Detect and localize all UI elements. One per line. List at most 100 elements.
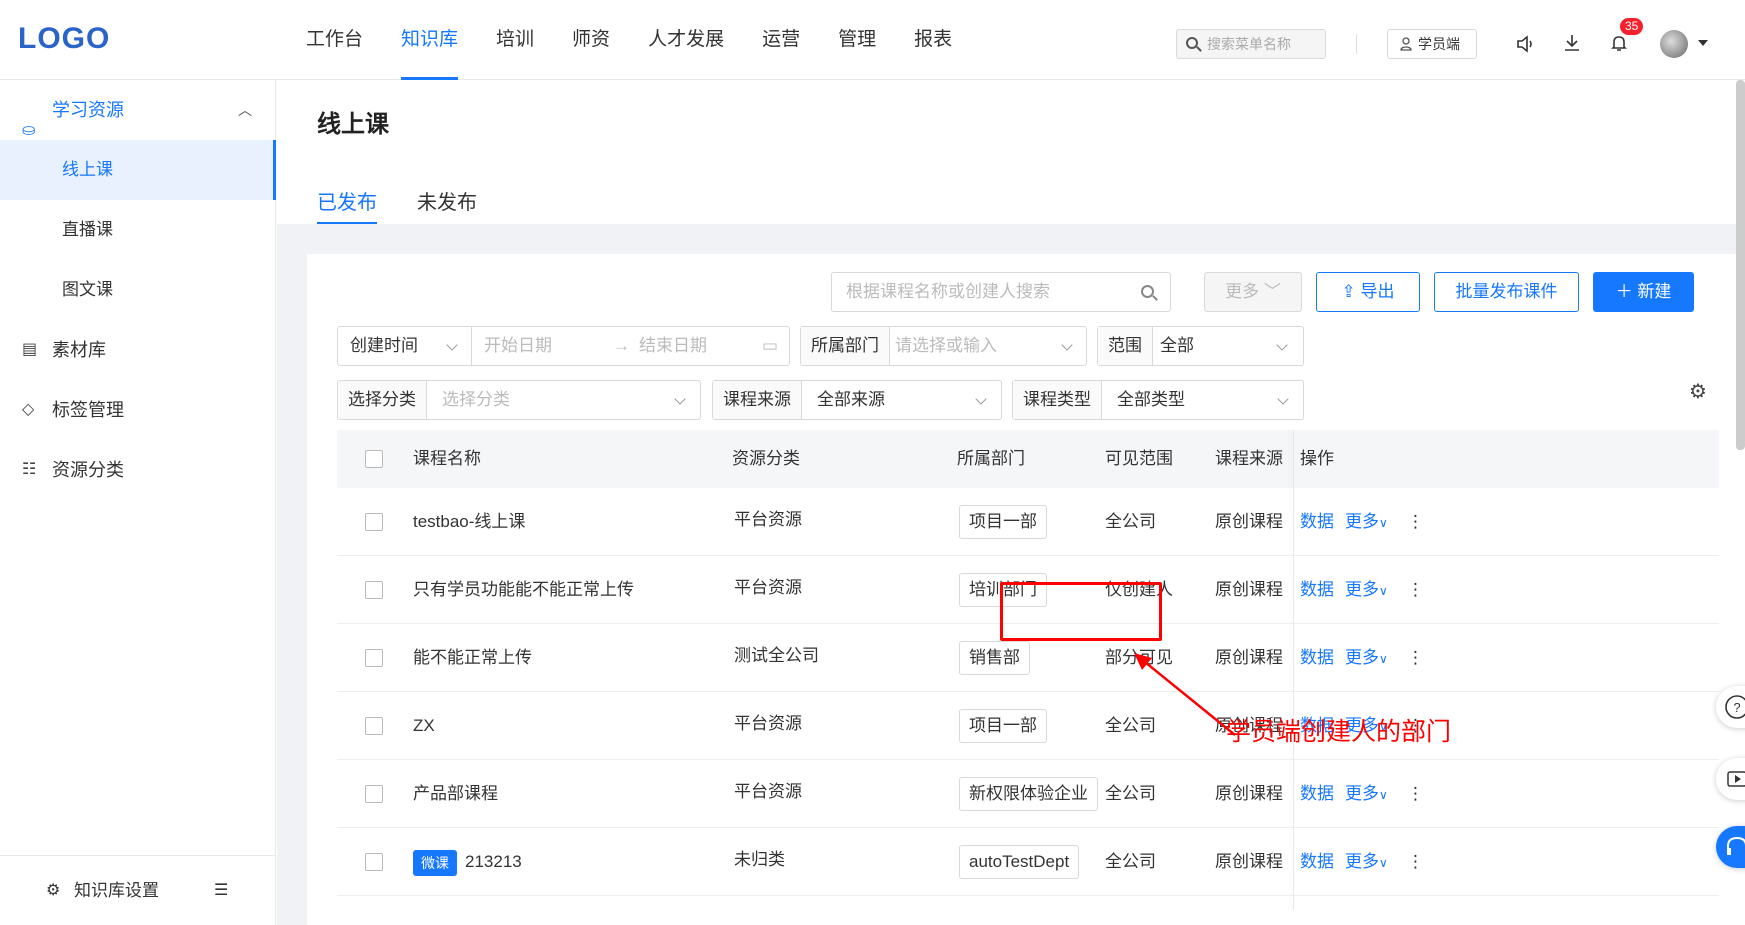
chevron-down-icon bbox=[1061, 339, 1073, 351]
plus-icon: ＋ bbox=[1615, 282, 1633, 301]
divider bbox=[1356, 34, 1357, 54]
drag-handle-icon[interactable]: ⋮ bbox=[1407, 556, 1424, 624]
type-filter[interactable]: 课程类型 全部类型 bbox=[1012, 380, 1304, 420]
drag-handle-icon[interactable]: ⋮ bbox=[1407, 624, 1424, 692]
more-label: 更多 bbox=[1225, 282, 1260, 301]
page-scrollbar[interactable] bbox=[1736, 80, 1745, 450]
department-tag: 项目一部 bbox=[959, 505, 1047, 539]
row-checkbox[interactable] bbox=[365, 785, 383, 803]
data-link[interactable]: 数据 bbox=[1300, 760, 1334, 828]
download-icon[interactable] bbox=[1562, 33, 1582, 53]
course-name[interactable]: 产品部课程 bbox=[413, 760, 498, 828]
drag-handle-icon[interactable]: ⋮ bbox=[1407, 828, 1424, 896]
sidebar-group-learning-resources[interactable]: ⛀ 学习资源 ︿ bbox=[0, 80, 276, 140]
column-header-actions: 操作 bbox=[1300, 449, 1334, 468]
chevron-down-icon: ∨ bbox=[1379, 584, 1388, 598]
scope-filter[interactable]: 范围 全部 bbox=[1097, 326, 1304, 366]
course-search-input[interactable]: 根据课程名称或创建人搜索 bbox=[831, 272, 1171, 312]
drag-handle-icon[interactable]: ⋮ bbox=[1407, 760, 1424, 828]
annotation-arrow bbox=[1134, 653, 1236, 736]
drag-handle-icon[interactable]: ⋮ bbox=[1407, 488, 1424, 556]
nav-item-teachers[interactable]: 师资 bbox=[572, 0, 610, 80]
sidebar-item-online-course[interactable]: 线上课 bbox=[0, 140, 276, 200]
student-portal-button[interactable]: 学员端 bbox=[1387, 29, 1477, 59]
row-checkbox[interactable] bbox=[365, 581, 383, 599]
sidebar-item-tags[interactable]: ◇ 标签管理 bbox=[0, 380, 276, 440]
nav-item-reports[interactable]: 报表 bbox=[914, 0, 952, 80]
data-link[interactable]: 数据 bbox=[1300, 488, 1334, 556]
knowledge-settings-link[interactable]: 知识库设置 bbox=[74, 856, 159, 925]
more-button[interactable]: 更多 ﹀ bbox=[1204, 272, 1302, 312]
sidebar-item-categories[interactable]: ☷ 资源分类 bbox=[0, 440, 276, 500]
course-category: 平台资源 bbox=[734, 578, 802, 597]
course-scope: 全公司 bbox=[1105, 512, 1156, 531]
select-all-checkbox[interactable] bbox=[365, 450, 383, 468]
course-name[interactable]: 只有学员功能能不能正常上传 bbox=[413, 556, 634, 624]
column-settings-gear-icon[interactable]: ⚙ bbox=[1689, 379, 1707, 404]
source-value: 全部来源 bbox=[817, 390, 885, 409]
sidebar-item-materials[interactable]: ▤ 素材库 bbox=[0, 320, 276, 380]
video-button[interactable] bbox=[1716, 758, 1745, 800]
nav-item-talent[interactable]: 人才发展 bbox=[648, 0, 724, 80]
department-tag: autoTestDept bbox=[959, 845, 1080, 879]
export-button[interactable]: ⇪ 导出 bbox=[1316, 272, 1420, 312]
department-filter[interactable]: 所属部门 请选择或输入 bbox=[800, 326, 1087, 366]
course-source: 原创课程 bbox=[1215, 784, 1283, 803]
speaker-icon[interactable] bbox=[1515, 34, 1535, 54]
data-link[interactable]: 数据 bbox=[1300, 828, 1334, 896]
search-icon[interactable] bbox=[1141, 285, 1154, 298]
help-button[interactable]: ? bbox=[1716, 686, 1745, 728]
table-row: 微课 213213 未归类 autoTestDept 全公司 原创课程 数据 更多… bbox=[337, 828, 1719, 896]
bell-icon[interactable] bbox=[1609, 33, 1629, 53]
course-name[interactable]: ZX bbox=[413, 692, 435, 760]
sidebar-item-article-course[interactable]: 图文课 bbox=[0, 260, 276, 320]
end-date-input[interactable]: 结束日期 bbox=[639, 327, 707, 365]
time-type-select[interactable]: 创建时间 bbox=[350, 327, 418, 365]
course-category: 测试全公司 bbox=[734, 646, 819, 665]
nav-item-operations[interactable]: 运营 bbox=[762, 0, 800, 80]
collapse-sidebar-icon[interactable]: ☰ bbox=[214, 856, 228, 925]
category-filter[interactable]: 选择分类 选择分类 bbox=[337, 380, 701, 420]
department-placeholder: 请选择或输入 bbox=[895, 336, 997, 355]
course-name-cell[interactable]: 微课 213213 bbox=[413, 828, 522, 896]
sidebar-item-label: 资源分类 bbox=[52, 460, 124, 480]
row-checkbox[interactable] bbox=[365, 853, 383, 871]
avatar[interactable] bbox=[1660, 30, 1688, 58]
chevron-down-icon bbox=[975, 393, 987, 405]
nav-item-knowledge[interactable]: 知识库 bbox=[401, 0, 459, 80]
tab-published[interactable]: 已发布 bbox=[317, 186, 377, 224]
row-checkbox[interactable] bbox=[365, 513, 383, 531]
type-filter-label: 课程类型 bbox=[1013, 381, 1102, 419]
customer-service-button[interactable] bbox=[1716, 826, 1745, 868]
more-actions-link[interactable]: 更多∨ bbox=[1345, 760, 1388, 829]
more-actions-link[interactable]: 更多∨ bbox=[1345, 488, 1388, 557]
column-header-name: 课程名称 bbox=[413, 449, 481, 468]
more-actions-link[interactable]: 更多∨ bbox=[1345, 624, 1388, 693]
date-range-filter: 创建时间 开始日期 → 结束日期 ▭ bbox=[337, 326, 790, 366]
menu-search-input[interactable]: 搜索菜单名称 bbox=[1176, 29, 1326, 59]
batch-publish-button[interactable]: 批量发布课件 bbox=[1434, 272, 1579, 312]
more-actions-link[interactable]: 更多∨ bbox=[1345, 828, 1388, 897]
nav-item-management[interactable]: 管理 bbox=[838, 0, 876, 80]
sidebar-item-live-course[interactable]: 直播课 bbox=[0, 200, 276, 260]
nav-item-training[interactable]: 培训 bbox=[496, 0, 534, 80]
course-name[interactable]: 能不能正常上传 bbox=[413, 624, 532, 692]
source-filter[interactable]: 课程来源 全部来源 bbox=[712, 380, 1002, 420]
course-name[interactable]: testbao-线上课 bbox=[413, 488, 525, 556]
tab-unpublished[interactable]: 未发布 bbox=[417, 186, 477, 224]
column-header-scope: 可见范围 bbox=[1105, 449, 1173, 468]
video-icon bbox=[1727, 771, 1745, 787]
new-button[interactable]: ＋ 新建 bbox=[1593, 272, 1694, 312]
sidebar-item-label: 标签管理 bbox=[52, 400, 124, 420]
row-checkbox[interactable] bbox=[365, 717, 383, 735]
more-actions-link[interactable]: 更多∨ bbox=[1345, 556, 1388, 625]
nav-item-workbench[interactable]: 工作台 bbox=[306, 0, 363, 80]
data-link[interactable]: 数据 bbox=[1300, 624, 1334, 692]
chevron-down-icon[interactable] bbox=[1698, 40, 1708, 46]
export-label: 导出 bbox=[1360, 282, 1395, 301]
data-link[interactable]: 数据 bbox=[1300, 556, 1334, 624]
main-content: 线上课 已发布 未发布 根据课程名称或创建人搜索 更多 ﹀ ⇪ 导出 批量发布课… bbox=[277, 80, 1745, 925]
scope-value: 全部 bbox=[1160, 336, 1194, 355]
start-date-input[interactable]: 开始日期 bbox=[484, 327, 552, 365]
row-checkbox[interactable] bbox=[365, 649, 383, 667]
